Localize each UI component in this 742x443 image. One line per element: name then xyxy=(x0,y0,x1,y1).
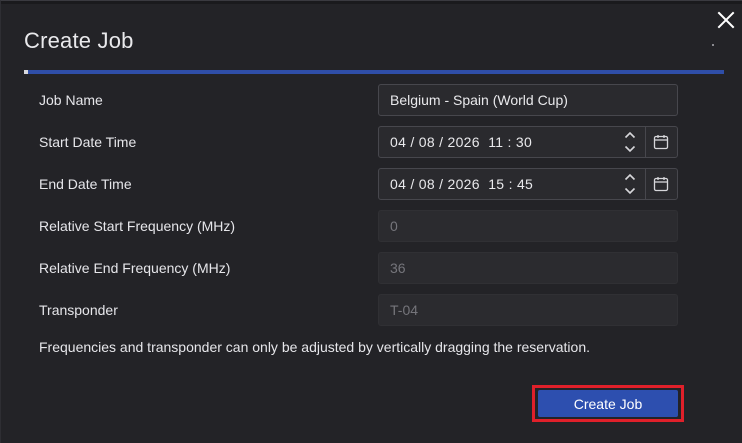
calendar-icon[interactable] xyxy=(653,176,669,192)
rel-start-freq-value: 0 xyxy=(390,218,398,234)
chevron-up-icon[interactable] xyxy=(624,131,636,139)
divider-edge-mark xyxy=(24,70,28,74)
end-datetime-value: 04 / 08 / 2026 15 : 45 xyxy=(390,176,534,192)
rel-end-freq-value: 36 xyxy=(390,260,406,276)
rel-start-freq-label: Relative Start Frequency (MHz) xyxy=(39,218,236,234)
end-datetime-input[interactable]: 04 / 08 / 2026 15 : 45 xyxy=(378,168,678,200)
job-name-label: Job Name xyxy=(39,92,103,108)
rel-start-freq-input: 0 xyxy=(378,210,678,242)
start-datetime-input[interactable]: 04 / 08 / 2026 11 : 30 xyxy=(378,126,678,158)
start-datetime-stepper[interactable] xyxy=(622,131,638,153)
close-button[interactable] xyxy=(713,7,739,33)
end-datetime-stepper[interactable] xyxy=(622,173,638,195)
transponder-input: T-04 xyxy=(378,294,678,326)
info-note: Frequencies and transponder can only be … xyxy=(39,339,590,355)
chevron-down-icon[interactable] xyxy=(624,145,636,153)
job-name-input[interactable]: Belgium - Spain (World Cup) xyxy=(378,84,678,116)
field-separator xyxy=(645,127,646,157)
end-datetime-label: End Date Time xyxy=(39,176,132,192)
transponder-value: T-04 xyxy=(390,302,419,318)
job-name-value: Belgium - Spain (World Cup) xyxy=(390,92,568,108)
dialog-top-edge xyxy=(1,1,742,4)
start-datetime-value: 04 / 08 / 2026 11 : 30 xyxy=(390,134,533,150)
create-job-dialog: Create Job Job Name Belgium - Spain (Wor… xyxy=(0,0,742,443)
field-separator xyxy=(645,169,646,199)
rel-end-freq-input: 36 xyxy=(378,252,678,284)
decorative-dot xyxy=(712,44,714,46)
close-icon xyxy=(717,11,735,29)
rel-end-freq-label: Relative End Frequency (MHz) xyxy=(39,260,231,276)
dialog-title: Create Job xyxy=(24,28,134,53)
chevron-up-icon[interactable] xyxy=(624,173,636,181)
calendar-icon[interactable] xyxy=(653,134,669,150)
start-datetime-label: Start Date Time xyxy=(39,134,137,150)
transponder-label: Transponder xyxy=(39,302,118,318)
chevron-down-icon[interactable] xyxy=(624,187,636,195)
create-job-button[interactable]: Create Job xyxy=(538,390,678,417)
create-job-button-label: Create Job xyxy=(573,395,643,412)
title-divider xyxy=(24,70,724,74)
